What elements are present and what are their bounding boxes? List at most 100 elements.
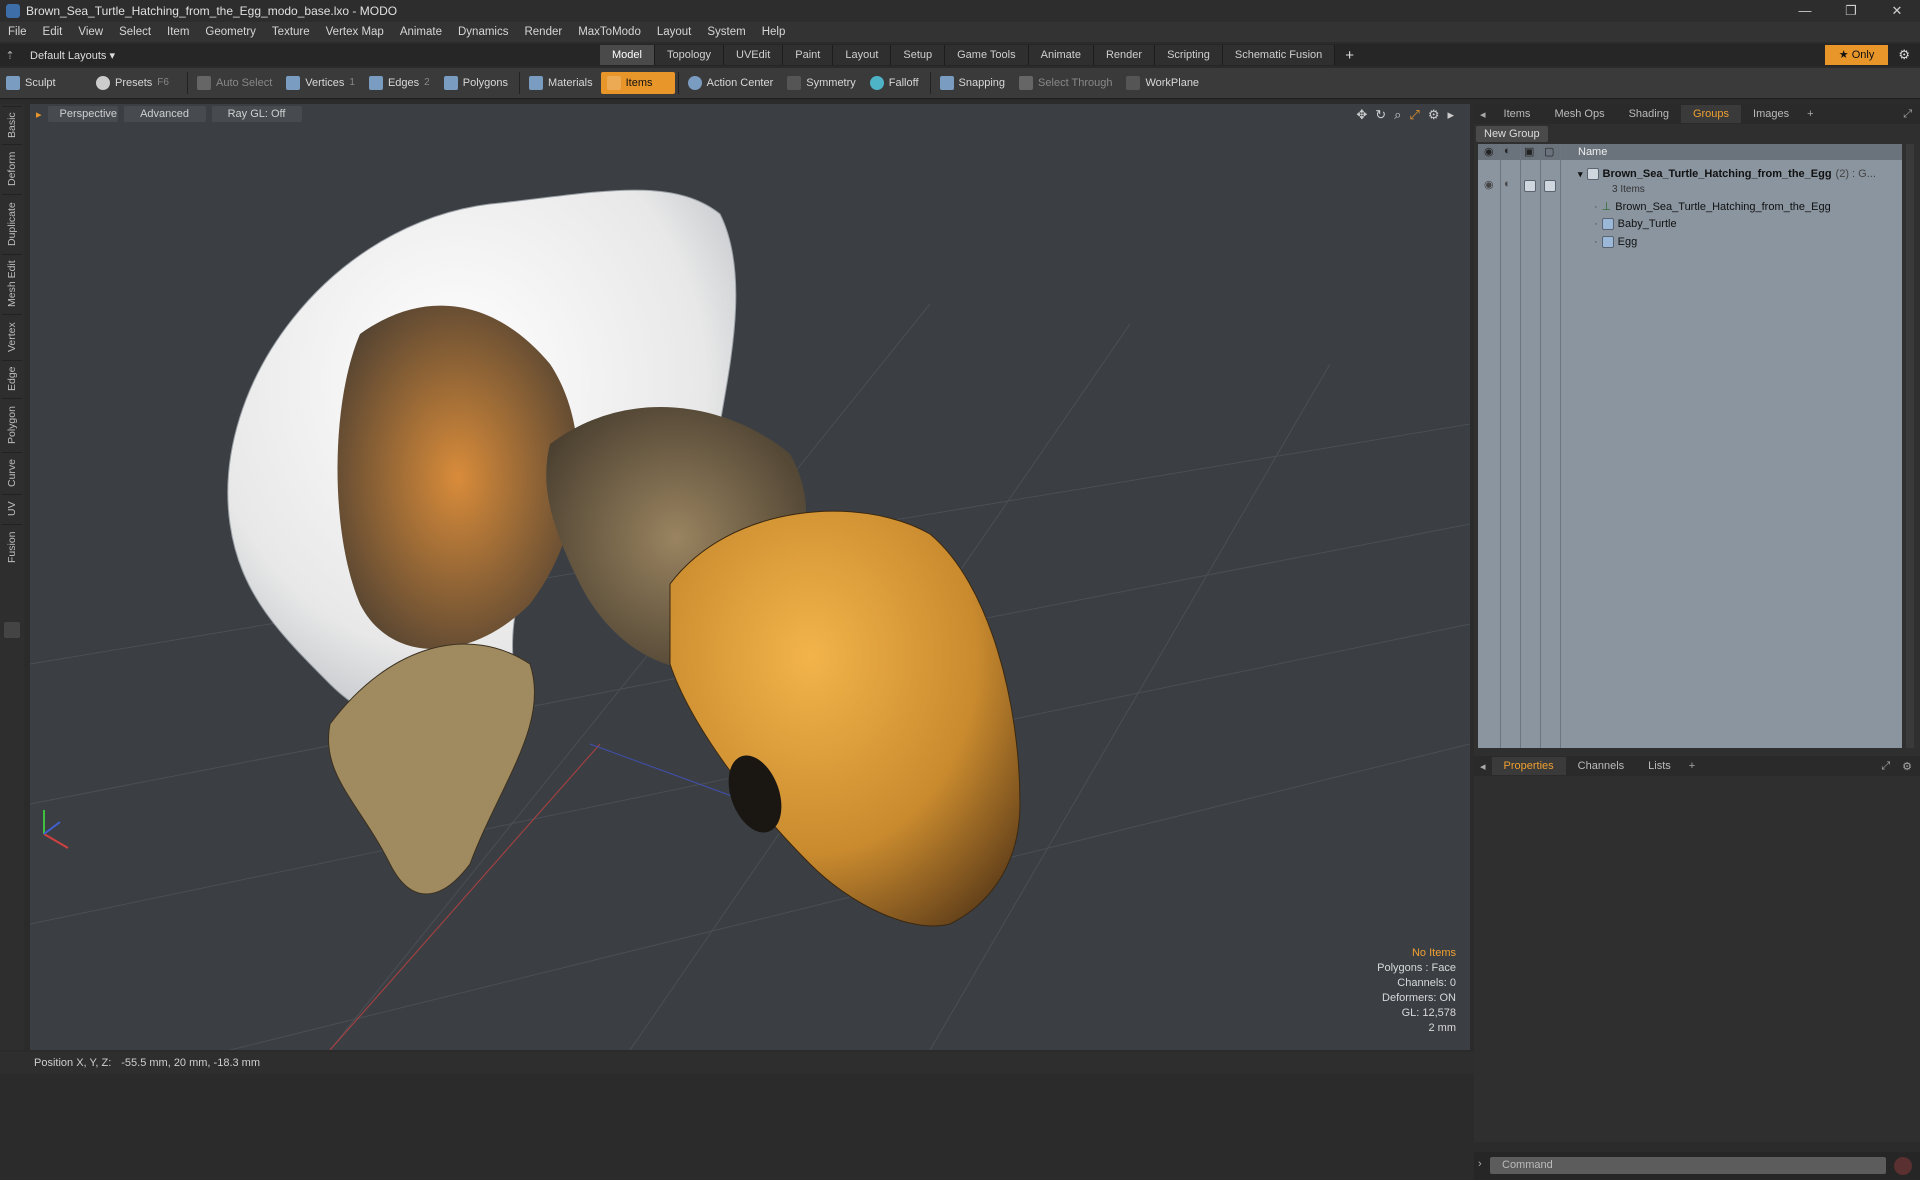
group-select-checkbox[interactable]	[1544, 180, 1556, 192]
list-item[interactable]: · Egg	[1594, 236, 1637, 248]
vtab-basic[interactable]: Basic	[2, 106, 22, 143]
render-column-icon[interactable]: ◐	[1504, 145, 1511, 157]
groups-list[interactable]: ◉ ◐ ▣ ▢ Name ◉ ◐ ▾ Brown_Sea_Turtle_Hatc…	[1478, 144, 1902, 748]
left-panel-toggle[interactable]	[4, 622, 20, 638]
pan-icon[interactable]: ✥	[1356, 107, 1367, 123]
tab-scripting[interactable]: Scripting	[1155, 45, 1223, 65]
fit-icon[interactable]: ⤢	[1409, 107, 1419, 123]
panel-collapse-icon[interactable]: ◂	[1474, 108, 1492, 121]
new-group-button[interactable]: New Group	[1476, 126, 1548, 142]
group-lock-checkbox[interactable]	[1524, 180, 1536, 192]
vtab-deform[interactable]: Deform	[2, 144, 22, 193]
menu-item[interactable]: Item	[159, 26, 197, 38]
menu-view[interactable]: View	[70, 26, 111, 38]
restore-button[interactable]: ❐	[1828, 3, 1874, 19]
tab-lists[interactable]: Lists	[1636, 757, 1683, 775]
vtab-duplicate[interactable]: Duplicate	[2, 194, 22, 253]
menu-render[interactable]: Render	[516, 26, 570, 38]
vtab-edge[interactable]: Edge	[2, 360, 22, 397]
command-history-button[interactable]	[1894, 1157, 1912, 1175]
vtab-vertex[interactable]: Vertex	[2, 314, 22, 359]
snapping-button[interactable]: Snapping	[934, 72, 1014, 94]
tab-layout[interactable]: Layout	[833, 45, 892, 65]
workplane-button[interactable]: WorkPlane	[1120, 72, 1207, 94]
layout-gear-icon[interactable]: ⚙	[1888, 47, 1920, 63]
menu-maxtomodo[interactable]: MaxToModo	[570, 26, 649, 38]
tab-schematic-fusion[interactable]: Schematic Fusion	[1222, 45, 1336, 65]
tab-items[interactable]: Items	[1492, 105, 1543, 123]
tab-properties[interactable]: Properties	[1491, 757, 1566, 775]
groups-scrollbar[interactable]	[1906, 144, 1914, 748]
tab-images[interactable]: Images	[1741, 105, 1801, 123]
select-column-icon[interactable]: ▢	[1544, 145, 1554, 158]
tab-mesh-ops[interactable]: Mesh Ops	[1542, 105, 1616, 123]
menu-file[interactable]: File	[0, 26, 35, 38]
vtab-curve[interactable]: Curve	[2, 452, 22, 493]
list-item[interactable]: · Baby_Turtle	[1594, 218, 1677, 230]
select-through-button[interactable]: Select Through	[1013, 72, 1120, 94]
visibility-column-eye-icon[interactable]: ◉	[1484, 145, 1494, 158]
tab-uvedit[interactable]: UVEdit	[724, 45, 784, 65]
panel-expand-icon[interactable]: ⤢	[1877, 760, 1894, 773]
only-toggle[interactable]: ★ Only	[1824, 45, 1889, 65]
items-button[interactable]: Items	[600, 72, 675, 94]
panel-expand-icon[interactable]: ⤢	[1895, 108, 1920, 121]
viewport-menu-arrow-icon[interactable]: ▸	[1447, 107, 1454, 123]
tab-game-tools[interactable]: Game Tools	[945, 45, 1029, 65]
group-render-icon[interactable]: ◐	[1504, 178, 1511, 190]
menu-edit[interactable]: Edit	[35, 26, 71, 38]
lock-column-icon[interactable]: ▣	[1524, 145, 1534, 158]
menu-layout[interactable]: Layout	[649, 26, 700, 38]
command-input[interactable]: Command	[1490, 1157, 1886, 1174]
add-panel-tab-button[interactable]: +	[1801, 108, 1819, 120]
tab-model[interactable]: Model	[600, 45, 655, 65]
edges-button[interactable]: Edges 2	[363, 72, 438, 94]
viewport-gear-icon[interactable]: ⚙	[1428, 107, 1440, 123]
vtab-mesh-edit[interactable]: Mesh Edit	[2, 254, 22, 313]
tab-animate[interactable]: Animate	[1028, 45, 1094, 65]
presets-button[interactable]: Presets F6	[90, 72, 184, 94]
materials-button[interactable]: Materials	[523, 72, 601, 94]
menu-vertex-map[interactable]: Vertex Map	[318, 26, 392, 38]
panel-collapse-icon[interactable]: ◂	[1474, 760, 1492, 773]
list-item[interactable]: · ⊥ Brown_Sea_Turtle_Hatching_from_the_E…	[1594, 200, 1831, 214]
3d-viewport[interactable]: ▸ Perspective Advanced Ray GL: Off ✥ ↻ ⌕…	[30, 104, 1470, 1050]
vertices-button[interactable]: Vertices 1	[280, 72, 363, 94]
tab-topology[interactable]: Topology	[654, 45, 725, 65]
panel-gear-icon[interactable]: ⚙	[1894, 760, 1920, 773]
auto-select-button[interactable]: Auto Select	[191, 72, 280, 94]
rotate-icon[interactable]: ↻	[1375, 107, 1386, 123]
group-row[interactable]: ▾ Brown_Sea_Turtle_Hatching_from_the_Egg…	[1578, 168, 1876, 180]
viewport-collapse-icon[interactable]: ▸	[30, 108, 48, 121]
vtab-uv[interactable]: UV	[2, 494, 22, 523]
falloff-button[interactable]: Falloff	[864, 72, 927, 94]
view-type-dropdown[interactable]: Perspective	[47, 106, 118, 122]
tab-render[interactable]: Render	[1093, 45, 1156, 65]
polygons-button[interactable]: Polygons	[438, 72, 516, 94]
menu-geometry[interactable]: Geometry	[197, 26, 264, 38]
tab-channels[interactable]: Channels	[1566, 757, 1636, 775]
add-layout-tab-button[interactable]: +	[1335, 47, 1364, 64]
menu-animate[interactable]: Animate	[392, 26, 450, 38]
close-button[interactable]: ✕	[1874, 3, 1920, 19]
menu-select[interactable]: Select	[111, 26, 159, 38]
add-panel-tab-button[interactable]: +	[1683, 760, 1701, 772]
action-center-button[interactable]: Action Center	[682, 72, 782, 94]
zoom-icon[interactable]: ⌕	[1394, 107, 1401, 123]
layout-preset-dropdown[interactable]: Default Layouts ▾	[20, 49, 600, 62]
tab-setup[interactable]: Setup	[891, 45, 946, 65]
minimize-button[interactable]: —	[1782, 3, 1828, 19]
group-visibility-eye-icon[interactable]: ◉	[1484, 178, 1494, 191]
menu-texture[interactable]: Texture	[264, 26, 318, 38]
sculpt-button[interactable]: Sculpt	[0, 72, 90, 94]
tab-paint[interactable]: Paint	[783, 45, 834, 65]
vtab-fusion[interactable]: Fusion	[2, 524, 22, 569]
tab-groups[interactable]: Groups	[1680, 105, 1742, 123]
menu-help[interactable]: Help	[754, 26, 794, 38]
tab-shading[interactable]: Shading	[1617, 105, 1681, 123]
raygl-toggle[interactable]: Ray GL: Off	[211, 106, 302, 122]
menu-system[interactable]: System	[699, 26, 753, 38]
vtab-polygon[interactable]: Polygon	[2, 398, 22, 451]
expand-arrow-icon[interactable]: ▾	[1578, 169, 1583, 180]
menu-dynamics[interactable]: Dynamics	[450, 26, 516, 38]
